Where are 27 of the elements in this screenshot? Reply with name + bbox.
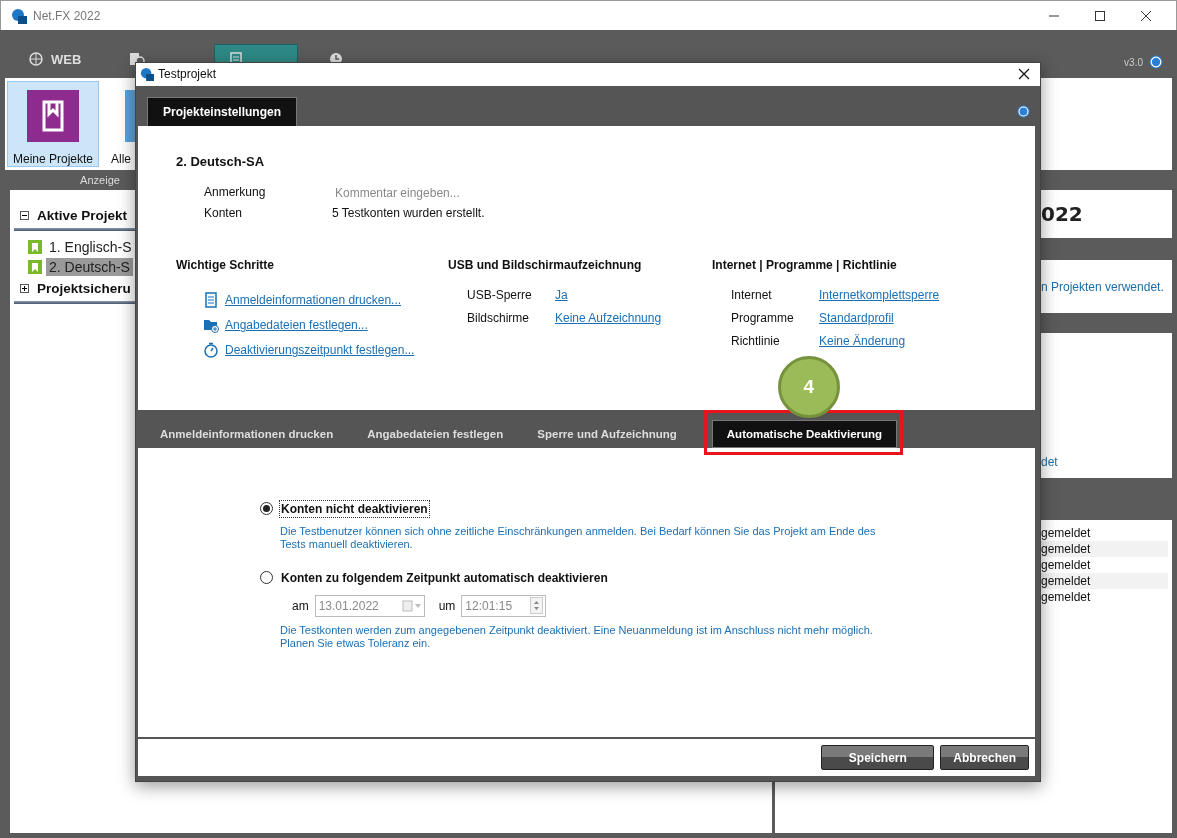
setting-label: USB-Sperre — [467, 287, 533, 302]
option-description: Die Testkonten werden zum angegebenen Zeitpunkt deaktiviert. Eine Neuanmeldung ist im Anschluss nicht mehr möglich. Planen Sie etwas Toleranz ein. — [279, 622, 874, 651]
setting-label: Bildschirme — [467, 310, 530, 325]
field-label: Anmerkung — [204, 184, 267, 201]
list-row: gemeldet — [1041, 541, 1168, 557]
project-name: 2. Deutsch-SA — [176, 153, 266, 169]
list-row-text: gemeldet — [1041, 589, 1092, 605]
date-label: am — [292, 598, 309, 613]
ribbon-group-label: Anzeige — [79, 173, 121, 188]
option-description: Die Testbenutzer können sich ohne zeitliche Einschränkungen anmelden. Bei Bedarf können Sie das Projekt am Ende des Tests manuell deaktivieren. — [279, 523, 877, 552]
field-label: Konten — [204, 205, 244, 220]
setting-label: Internet — [731, 287, 773, 302]
list-row-text: gemeldet — [1041, 525, 1092, 541]
card-text: n Projekten verwendet. — [1041, 280, 1164, 294]
list-row: gemeldet — [1041, 573, 1168, 589]
window-title: Net.FX 2022 — [33, 8, 101, 23]
section-title: Internet | Programme | Richtlinie — [712, 257, 898, 272]
section-title: Wichtige Schritte — [176, 257, 275, 272]
field-value: 5 Testkonten wurden erstellt. — [332, 205, 486, 220]
version-label: v3.0 — [1124, 56, 1143, 68]
time-label: um — [438, 598, 456, 613]
list-row-text: gemeldet — [1041, 557, 1092, 573]
setting-label: Richtlinie — [731, 333, 781, 348]
dialog-title: Testprojekt — [158, 67, 217, 82]
setting-label: Programme — [731, 310, 795, 325]
section-title: USB und Bildschirmaufzeichnung — [448, 257, 643, 272]
card-heading: 022 — [1041, 202, 1083, 226]
